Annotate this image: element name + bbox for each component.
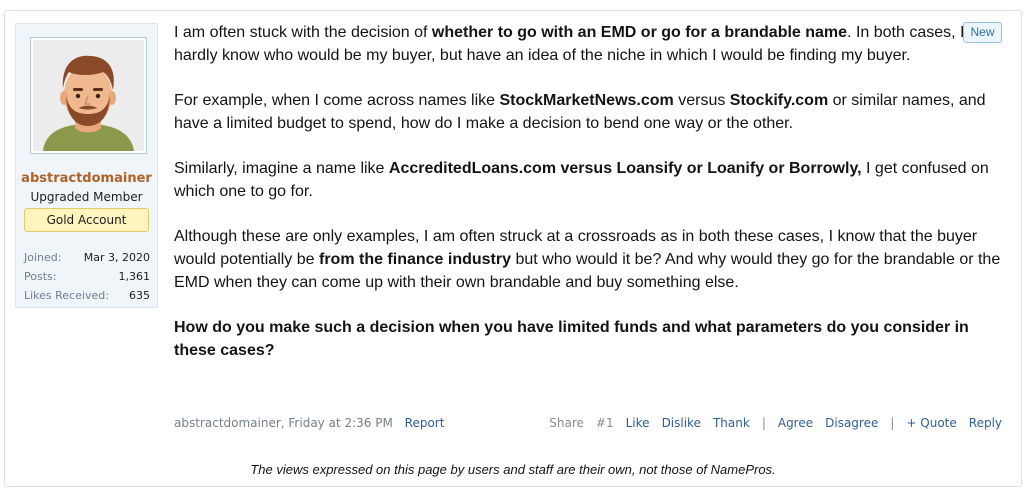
stat-posts: Posts: 1,361	[24, 267, 150, 286]
dislike-link[interactable]: Dislike	[662, 413, 701, 433]
share-link[interactable]: Share	[549, 413, 584, 433]
report-link[interactable]: Report	[405, 416, 445, 430]
post-paragraph: For example, when I come across names li…	[174, 92, 986, 132]
post-body: I am often stuck with the decision of wh…	[174, 21, 1004, 384]
post-question: How do you make such a decision when you…	[174, 319, 969, 359]
user-stats: Joined: Mar 3, 2020 Posts: 1,361 Likes R…	[24, 248, 150, 305]
stat-joined: Joined: Mar 3, 2020	[24, 248, 150, 267]
stat-value: Mar 3, 2020	[83, 251, 150, 264]
post-paragraph: I am often stuck with the decision of wh…	[174, 24, 965, 64]
disclaimer-text: The views expressed on this page by user…	[250, 462, 776, 477]
user-sidebar: abstractdomainer Upgraded Member Gold Ac…	[15, 23, 158, 308]
post-author-time[interactable]: abstractdomainer, Friday at 2:36 PM	[174, 416, 393, 430]
disagree-link[interactable]: Disagree	[825, 413, 878, 433]
stat-label: Joined:	[24, 251, 62, 264]
avatar[interactable]	[30, 37, 147, 154]
username-link[interactable]: abstractdomainer	[16, 171, 157, 186]
post-number-link[interactable]: #1	[596, 413, 614, 433]
reply-link[interactable]: Reply	[969, 413, 1002, 433]
like-link[interactable]: Like	[626, 413, 650, 433]
avatar-image	[33, 40, 144, 151]
user-title: Upgraded Member	[30, 190, 143, 204]
stat-label: Posts:	[24, 270, 57, 283]
account-badge: Gold Account	[24, 208, 149, 232]
stat-value: 635	[129, 289, 150, 302]
separator: |	[890, 416, 895, 430]
agree-link[interactable]: Agree	[778, 413, 813, 433]
stat-likes: Likes Received: 635	[24, 286, 150, 305]
post-paragraph: Similarly, imagine a name like Accredite…	[174, 160, 989, 200]
post-footer: abstractdomainer, Friday at 2:36 PM Repo…	[174, 413, 1002, 433]
stat-value[interactable]: 1,361	[119, 267, 151, 286]
thank-link[interactable]: Thank	[713, 413, 750, 433]
stat-label: Likes Received:	[24, 289, 109, 302]
separator: |	[761, 416, 766, 430]
post-paragraph: Although these are only examples, I am o…	[174, 228, 1001, 291]
quote-link[interactable]: + Quote	[906, 413, 956, 433]
